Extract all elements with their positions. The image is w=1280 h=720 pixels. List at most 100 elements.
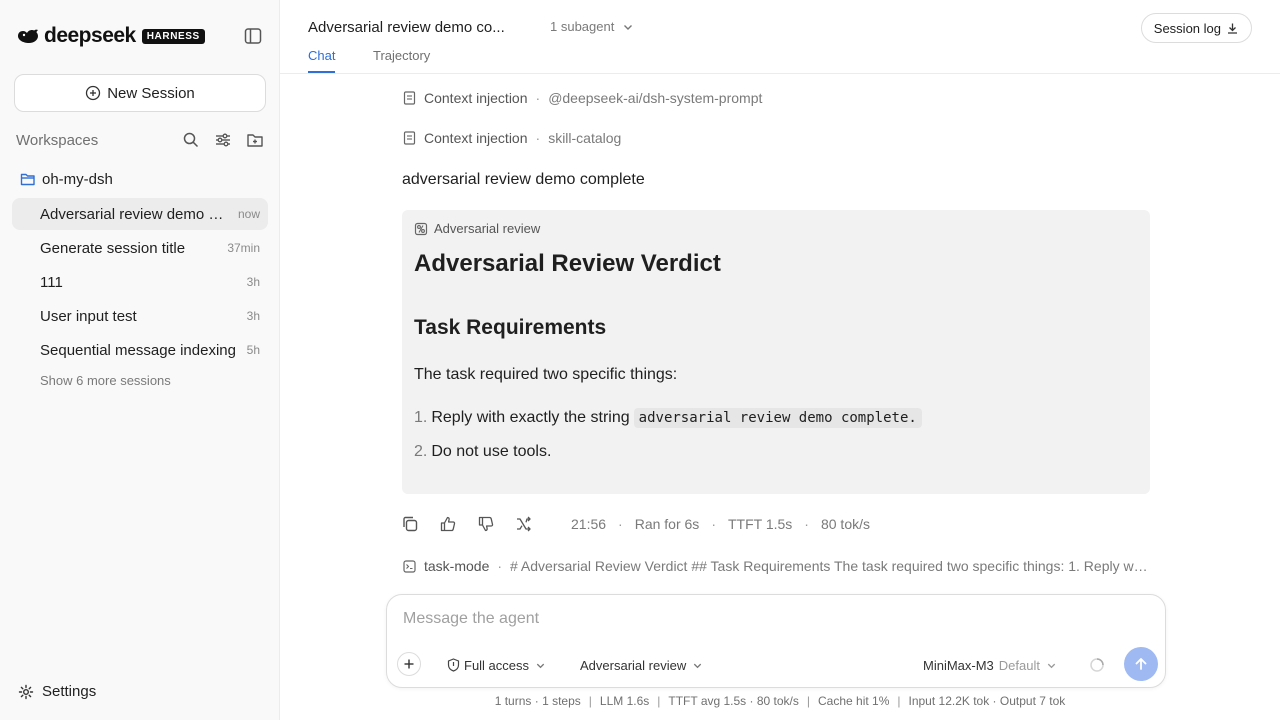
context-injection-value: @deepseek-ai/dsh-system-prompt [548, 90, 763, 106]
thumbs-down-icon[interactable] [477, 515, 495, 533]
cache-hit: Cache hit 1% [818, 694, 890, 708]
tab-trajectory[interactable]: Trajectory [373, 48, 430, 73]
task-mode-row[interactable]: task-mode · # Adversarial Review Verdict… [403, 556, 1148, 576]
session-item[interactable]: Sequential message indexing 5h [12, 334, 268, 366]
task-mode-preview: # Adversarial Review Verdict ## Task Req… [510, 558, 1148, 574]
download-icon [1228, 23, 1237, 34]
list-number: 2. [414, 443, 428, 460]
new-session-label: New Session [107, 84, 195, 102]
branch-retry-icon[interactable] [515, 515, 533, 533]
chevron-down-icon [536, 663, 545, 668]
tab-chat[interactable]: Chat [308, 48, 336, 73]
sidebar: deepseek HARNESS New Session Workspaces … [0, 0, 280, 720]
model-dropdown[interactable]: MiniMax-M3 Default [923, 656, 1057, 674]
mode-label: Adversarial review [580, 657, 687, 673]
turns-steps: 1 turns · 1 steps [494, 694, 581, 708]
session-item[interactable]: 111 3h [12, 266, 268, 298]
message-meta: 21:56 · Ran for 6s · TTFT 1.5s · 80 tok/… [571, 516, 870, 532]
message-actions: 21:56 · Ran for 6s · TTFT 1.5s · 80 tok/… [401, 514, 870, 534]
context-injection-label: Context injection [424, 90, 528, 106]
model-name: MiniMax-M3 [923, 657, 994, 673]
session-log-button[interactable]: Session log [1140, 13, 1252, 43]
new-folder-icon[interactable] [245, 130, 265, 150]
session-title: Sequential message indexing [40, 341, 236, 359]
message-composer: Full access Adversarial review MiniMax-M… [386, 594, 1166, 688]
review-subheading: Task Requirements [414, 316, 607, 339]
model-default-tag: Default [998, 657, 1040, 673]
plus-icon [404, 659, 414, 669]
session-time: 37min [227, 241, 260, 255]
logo-text: deepseek [44, 24, 136, 47]
chevron-down-icon [694, 663, 702, 668]
top-header: Adversarial review demo co... 1 subagent… [280, 0, 1280, 74]
list-number: 1. [414, 409, 428, 426]
show-more-sessions-link[interactable]: Show 6 more sessions [40, 373, 171, 388]
list-text: Do not use tools. [431, 443, 552, 460]
document-icon [403, 91, 416, 105]
new-session-button[interactable]: New Session [14, 74, 266, 112]
context-injection-row[interactable]: Context injection · skill-catalog [403, 128, 621, 148]
copy-icon[interactable] [401, 515, 419, 533]
terminal-icon [403, 559, 416, 573]
settings-label: Settings [42, 683, 97, 700]
message-time: 21:56 [571, 516, 607, 532]
gear-icon [18, 684, 34, 699]
list-text: Reply with exactly the string [431, 409, 630, 426]
session-log-label: Session log [1153, 20, 1221, 36]
review-label-text: Adversarial review [434, 221, 541, 236]
session-title: Adversarial review demo co... [40, 205, 230, 223]
workspace-item[interactable]: oh-my-dsh [20, 168, 113, 190]
page-title: Adversarial review demo co... [308, 19, 505, 36]
task-mode-label: task-mode [424, 558, 490, 574]
run-duration: Ran for 6s [634, 516, 700, 532]
context-injection-label: Context injection [424, 130, 528, 146]
workspaces-title: Workspaces [16, 131, 99, 149]
session-item[interactable]: Adversarial review demo co... now [12, 198, 268, 230]
sidebar-toggle-icon[interactable] [243, 26, 263, 46]
adversarial-review-card: Adversarial review Adversarial Review Ve… [402, 210, 1150, 494]
shield-icon [447, 658, 460, 672]
assistant-message: adversarial review demo complete [402, 171, 645, 188]
inline-code: adversarial review demo complete. [633, 408, 922, 428]
session-time: 3h [246, 309, 260, 323]
review-paragraph: The task required two specific things: [414, 366, 678, 383]
add-attachment-button[interactable] [397, 652, 421, 676]
message-input[interactable] [403, 610, 1143, 628]
chevron-down-icon [1047, 663, 1056, 668]
loading-spinner-icon [1090, 658, 1104, 672]
session-time: now [237, 207, 260, 221]
session-list: Adversarial review demo co... now Genera… [12, 198, 268, 368]
session-title: User input test [40, 307, 137, 325]
session-title: Generate session title [40, 239, 186, 257]
session-item[interactable]: User input test 3h [12, 300, 268, 332]
status-bar: 1 turns · 1 steps | LLM 1.6s | TTFT avg 1.5s… [494, 694, 1066, 708]
search-icon[interactable] [181, 130, 201, 150]
plus-circle-icon [86, 85, 101, 101]
mode-dropdown[interactable]: Adversarial review [580, 656, 703, 674]
subagent-dropdown[interactable]: 1 subagent [550, 19, 634, 34]
workspaces-header: Workspaces [16, 130, 265, 150]
separator-dot: · [535, 130, 541, 146]
access-dropdown[interactable]: Full access [447, 656, 546, 674]
subagent-label: 1 subagent [550, 19, 615, 34]
document-icon [403, 131, 416, 145]
settings-button[interactable]: Settings [18, 683, 96, 700]
chevron-down-icon [624, 24, 633, 30]
thumbs-up-icon[interactable] [439, 515, 457, 533]
context-injection-row[interactable]: Context injection · @deepseek-ai/dsh-sys… [403, 88, 762, 108]
folder-open-icon [20, 173, 35, 186]
review-label: Adversarial review [414, 221, 540, 236]
ttft-avg: TTFT avg 1.5s · 80 tok/s [668, 694, 799, 708]
tokens-per-second: 80 tok/s [820, 516, 870, 532]
access-label: Full access [464, 657, 530, 673]
filter-sliders-icon[interactable] [213, 130, 233, 150]
list-item: 2. Do not use tools. [414, 443, 551, 461]
session-item[interactable]: Generate session title 37min [12, 232, 268, 264]
logo-row: deepseek HARNESS [16, 24, 263, 48]
token-counts: Input 12.2K tok · Output 7 tok [908, 694, 1066, 708]
workspace-name: oh-my-dsh [42, 170, 113, 188]
separator-dot: · [535, 90, 541, 106]
harness-badge: HARNESS [141, 28, 205, 44]
llm-time: LLM 1.6s [599, 694, 650, 708]
send-button[interactable] [1124, 647, 1158, 681]
